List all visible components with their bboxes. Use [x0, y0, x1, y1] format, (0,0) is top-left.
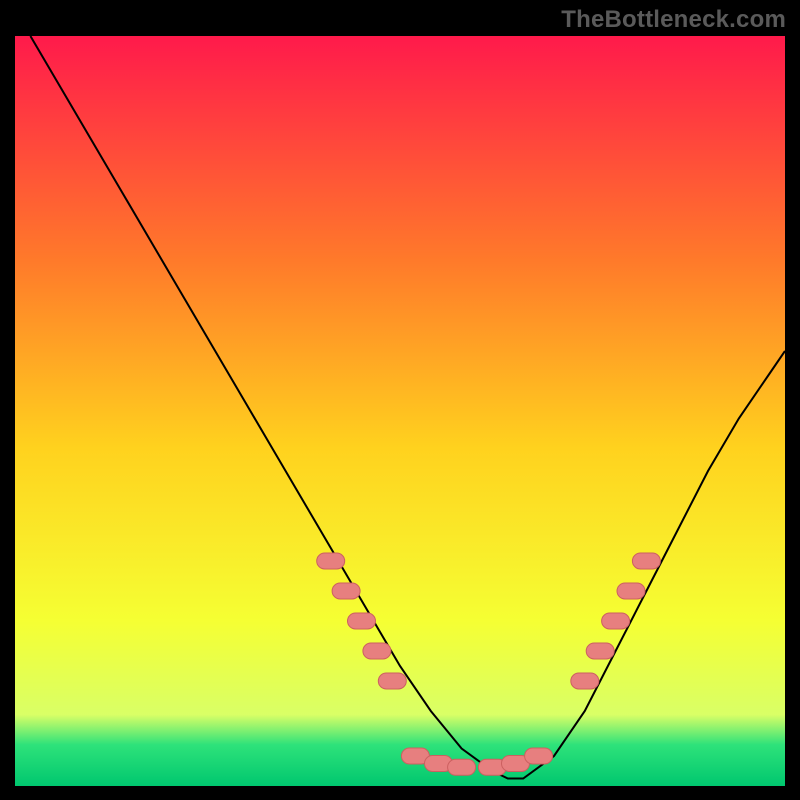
curve-marker — [378, 673, 406, 689]
curve-marker — [332, 583, 360, 599]
curve-marker — [571, 673, 599, 689]
curve-marker — [348, 613, 376, 629]
watermark-label: TheBottleneck.com — [561, 6, 786, 34]
curve-marker — [586, 643, 614, 659]
curve-marker — [602, 613, 630, 629]
curve-marker — [317, 553, 345, 569]
curve-marker — [617, 583, 645, 599]
curve-marker — [363, 643, 391, 659]
curve-marker — [632, 553, 660, 569]
curve-marker — [525, 748, 553, 764]
chart-svg — [15, 36, 785, 786]
curve-marker — [448, 759, 476, 775]
plot-area — [15, 36, 785, 786]
chart-frame: { "watermark": "TheBottleneck.com", "col… — [0, 0, 800, 800]
